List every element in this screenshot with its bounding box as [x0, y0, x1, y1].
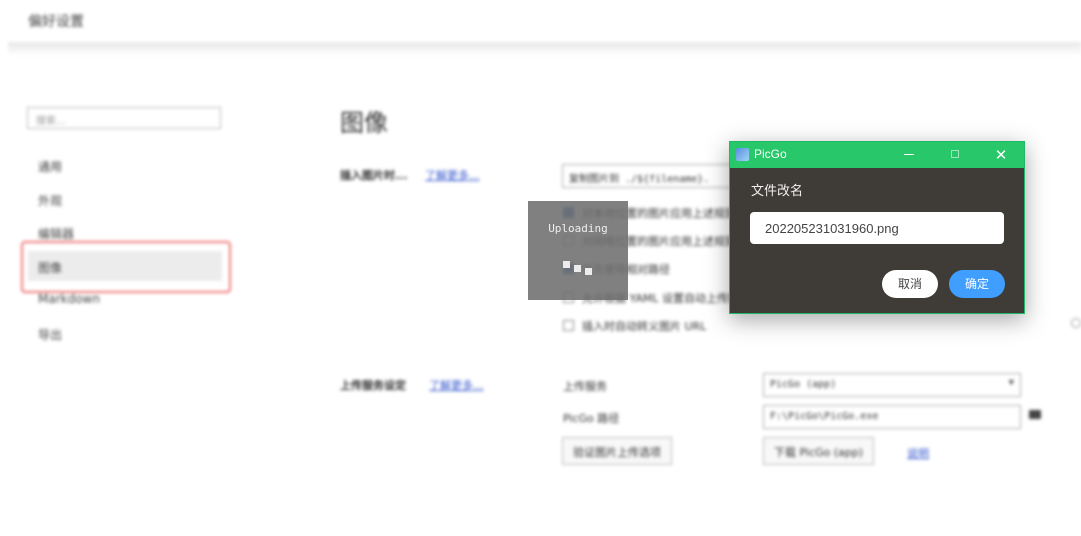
picgo-path-field[interactable]: F:\PicGo\PicGo.exe: [763, 405, 1021, 429]
filename-input[interactable]: [750, 212, 1004, 244]
cancel-button[interactable]: 取消: [882, 270, 938, 298]
upload-service-section-label: 上传服务设定: [340, 379, 406, 392]
picgo-app-icon: [736, 148, 749, 161]
verify-upload-button[interactable]: 验证图片上传选项: [562, 437, 672, 465]
dialog-titlebar: PicGo ✕: [730, 142, 1024, 168]
spinner-square: [585, 268, 592, 275]
sidebar-item-export[interactable]: 导出: [38, 326, 62, 343]
download-picgo-button[interactable]: 下载 PicGo (app): [763, 437, 875, 465]
spinner-square: [563, 261, 570, 268]
confirm-button[interactable]: 确定: [949, 270, 1005, 298]
picgo-rename-dialog: PicGo ✕ 文件改名 取消 确定: [729, 141, 1025, 314]
uploading-overlay: Uploading: [528, 201, 628, 300]
option-escape-url-label: 插入时自动转义图片 URL: [582, 320, 707, 333]
highlight-annotation-box: [21, 241, 231, 293]
dialog-app-title: PicGo: [754, 147, 787, 161]
window-title: 偏好设置: [28, 14, 84, 30]
window-titlebar: 偏好设置: [0, 0, 1081, 44]
insert-image-learn-more-link[interactable]: 了解更多...: [425, 167, 480, 183]
insert-image-action-select[interactable]: 复制图片到 ./${filename}.: [562, 164, 742, 188]
rename-label: 文件改名: [751, 184, 804, 199]
picgo-help-link[interactable]: 说明: [907, 445, 929, 461]
folder-icon[interactable]: [1029, 410, 1041, 419]
help-icon[interactable]: [1071, 318, 1081, 328]
upload-service-value: PicGo (app): [770, 379, 837, 390]
sidebar-item-general[interactable]: 通用: [38, 158, 62, 175]
option-escape-url-checkbox[interactable]: [563, 320, 574, 331]
minimize-button[interactable]: [890, 142, 930, 168]
page-title: 图像: [340, 109, 388, 137]
titlebar-divider: [8, 42, 1081, 56]
uploading-text: Uploading: [548, 222, 608, 235]
close-icon[interactable]: ✕: [981, 142, 1021, 168]
sidebar-item-markdown[interactable]: Markdown: [38, 292, 100, 306]
insert-image-section-label: 插入图片时...: [340, 169, 408, 182]
upload-service-select[interactable]: PicGo (app) ▼: [763, 373, 1021, 397]
upload-service-label: 上传服务: [563, 380, 607, 393]
spinner-square: [574, 265, 581, 272]
sidebar-item-appearance[interactable]: 外观: [38, 192, 62, 209]
sidebar-item-editor[interactable]: 编辑器: [38, 225, 74, 242]
picgo-path-label: PicGo 路径: [563, 412, 620, 425]
maximize-button[interactable]: [936, 142, 976, 168]
chevron-down-icon: ▼: [1008, 378, 1014, 388]
sidebar-search-input[interactable]: 搜索...: [27, 107, 221, 129]
upload-service-learn-more-link[interactable]: 了解更多...: [429, 377, 484, 393]
